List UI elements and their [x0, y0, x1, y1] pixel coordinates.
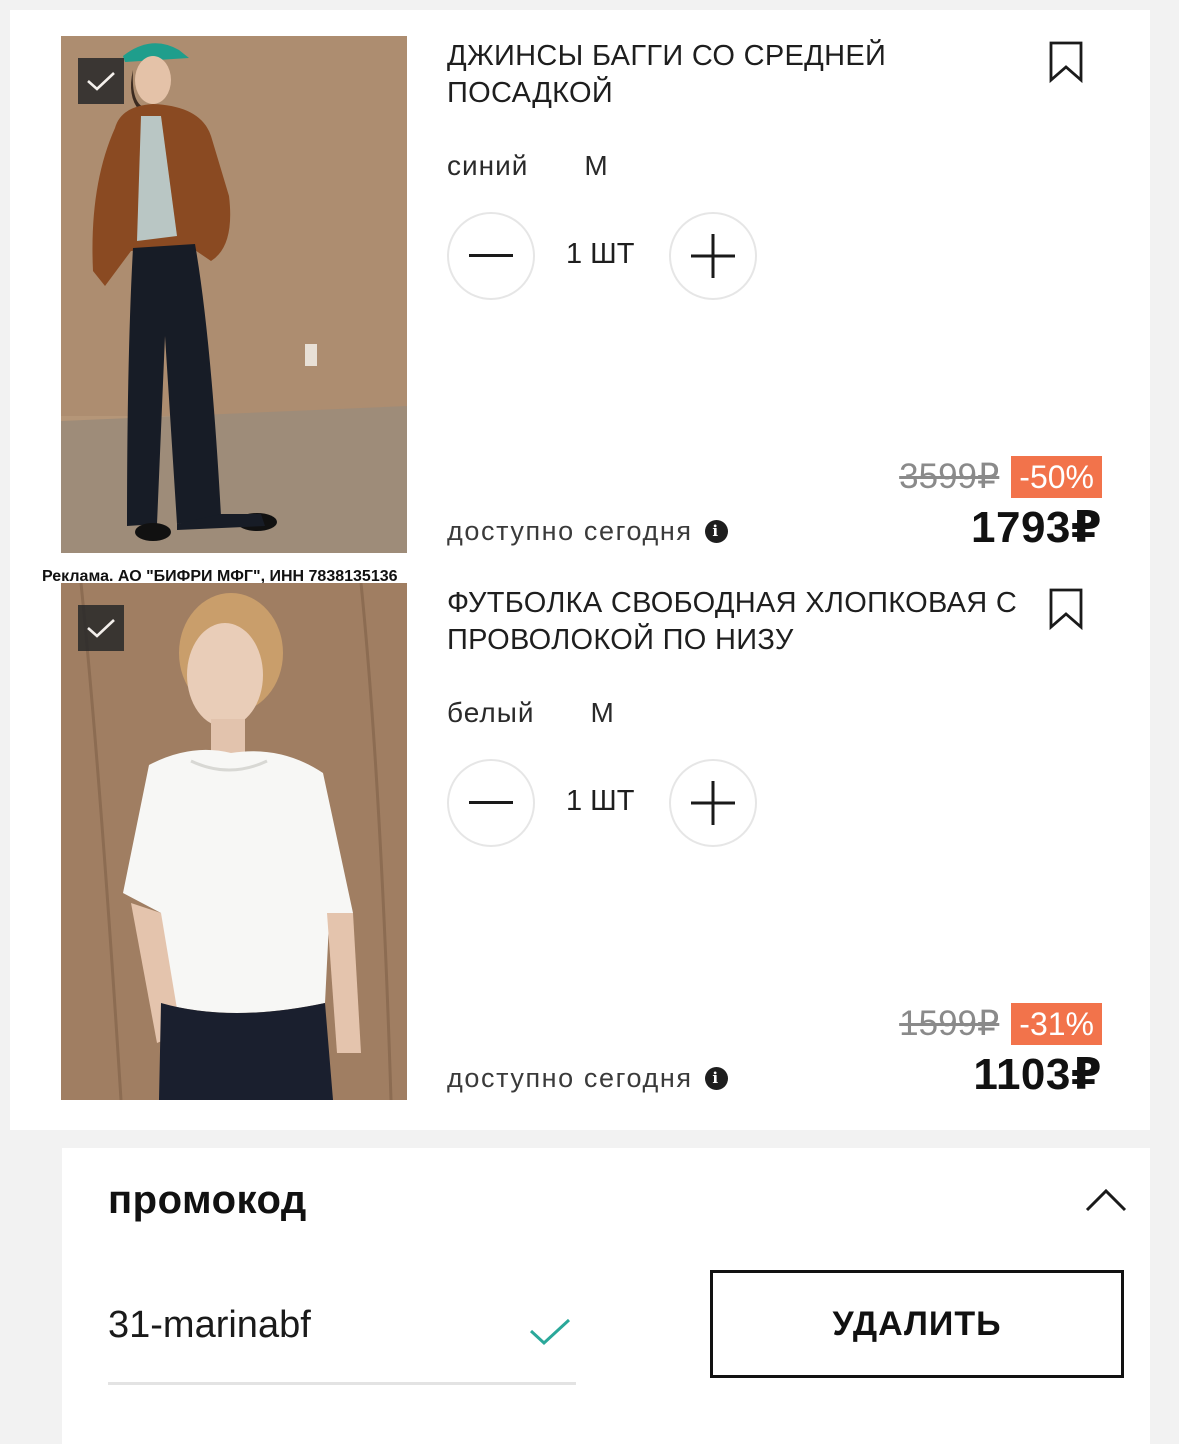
current-price: 1793₽: [971, 503, 1102, 552]
promo-code-field: [108, 1298, 576, 1385]
product-attributes: синий M: [447, 150, 609, 182]
model-wearing-baggy-jeans-photo: [61, 36, 407, 553]
plus-icon: [691, 781, 735, 825]
availability-text: доступно сегодня: [447, 516, 693, 546]
availability-status: доступно сегодня i: [447, 516, 728, 547]
cart-item: ФУТБОЛКА СВОБОДНАЯ ХЛОПКОВАЯ С ПРОВОЛОКО…: [10, 583, 1150, 1113]
product-image[interactable]: [61, 583, 407, 1100]
checkmark-icon: [87, 619, 115, 638]
discount-badge: -31%: [1011, 1003, 1102, 1045]
promo-panel: промокод УДАЛИТЬ: [62, 1148, 1150, 1444]
increase-quantity-button[interactable]: [669, 759, 757, 847]
plus-icon: [691, 234, 735, 278]
price-block: 3599₽ -50% 1793₽: [899, 456, 1102, 553]
price-block: 1599₽ -31% 1103₽: [899, 1003, 1102, 1100]
quantity-stepper: 1 ШТ: [447, 212, 767, 300]
chevron-up-icon[interactable]: [1084, 1186, 1128, 1214]
quantity-value: 1 ШТ: [566, 785, 635, 817]
product-color: белый: [447, 697, 535, 728]
promo-title: промокод: [108, 1178, 307, 1222]
product-size: M: [584, 150, 609, 181]
bookmark-icon[interactable]: [1048, 40, 1084, 84]
decrease-quantity-button[interactable]: [447, 212, 535, 300]
info-icon[interactable]: i: [704, 520, 728, 543]
decrease-quantity-button[interactable]: [447, 759, 535, 847]
select-item-checkbox[interactable]: [78, 605, 124, 651]
cart-panel: ДЖИНСЫ БАГГИ СО СРЕДНЕЙ ПОСАДКОЙ синий M …: [10, 10, 1150, 1130]
select-item-checkbox[interactable]: [78, 58, 124, 104]
product-title[interactable]: ФУТБОЛКА СВОБОДНАЯ ХЛОПКОВАЯ С ПРОВОЛОКО…: [447, 585, 1027, 659]
promo-code-input[interactable]: [108, 1304, 508, 1347]
product-image[interactable]: [61, 36, 407, 553]
cart-item: ДЖИНСЫ БАГГИ СО СРЕДНЕЙ ПОСАДКОЙ синий M …: [10, 36, 1150, 566]
availability-text: доступно сегодня: [447, 1063, 693, 1093]
quantity-value: 1 ШТ: [566, 238, 635, 270]
quantity-stepper: 1 ШТ: [447, 759, 767, 847]
bookmark-icon[interactable]: [1048, 587, 1084, 631]
delete-promo-button[interactable]: УДАЛИТЬ: [710, 1270, 1124, 1378]
product-title[interactable]: ДЖИНСЫ БАГГИ СО СРЕДНЕЙ ПОСАДКОЙ: [447, 38, 1027, 112]
checkmark-icon: [87, 72, 115, 91]
old-price: 3599₽: [899, 457, 1000, 496]
model-wearing-white-tshirt-photo: [61, 583, 407, 1100]
info-icon[interactable]: i: [704, 1067, 728, 1090]
check-icon: [529, 1318, 571, 1346]
product-color: синий: [447, 150, 529, 181]
discount-badge: -50%: [1011, 456, 1102, 498]
old-price: 1599₽: [899, 1004, 1000, 1043]
increase-quantity-button[interactable]: [669, 212, 757, 300]
current-price: 1103₽: [973, 1050, 1102, 1099]
minus-icon: [469, 801, 513, 804]
minus-icon: [469, 254, 513, 257]
availability-status: доступно сегодня i: [447, 1063, 728, 1094]
product-size: M: [590, 697, 615, 728]
product-attributes: белый M: [447, 697, 615, 729]
